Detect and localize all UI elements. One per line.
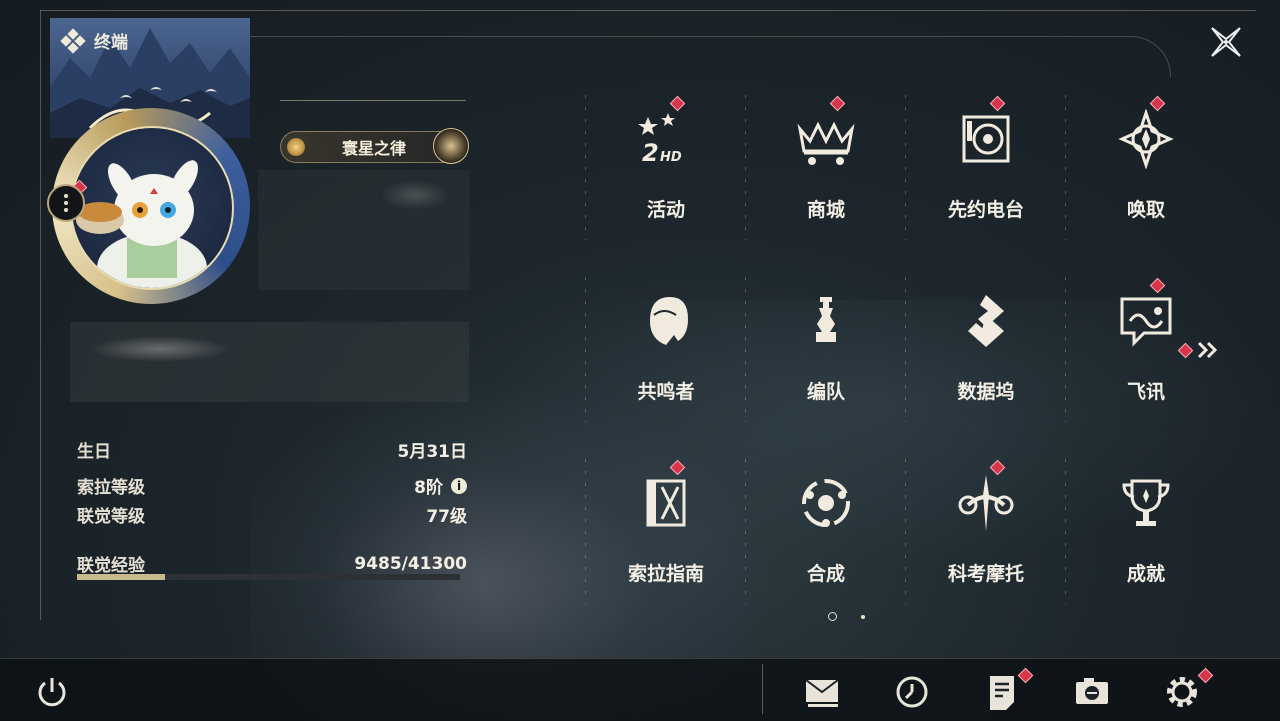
blurred-signature-panel — [70, 322, 469, 402]
mail-button[interactable] — [802, 672, 842, 712]
shop-crown-cart-icon — [797, 121, 855, 165]
data-bank-icon — [968, 295, 1004, 347]
bottom-separator — [762, 664, 763, 714]
menu-item-label: 唤取 — [1126, 199, 1165, 221]
menu-item-label: 合成 — [806, 563, 845, 585]
title-divider — [280, 100, 466, 101]
menu-item-data-bank[interactable]: 数据坞 — [905, 277, 1067, 422]
union-exp-label: 联觉经验 — [77, 556, 145, 576]
message-chat-icon — [1120, 297, 1172, 347]
sola-level-value-wrap: 8阶 i — [414, 473, 467, 498]
close-button[interactable] — [1206, 22, 1246, 62]
menu-item-label: 共鸣者 — [637, 381, 695, 403]
sola-level-row: 索拉等级 8阶 i — [77, 473, 467, 498]
frame-curve-line — [250, 36, 1171, 77]
frame-left-line — [40, 10, 41, 620]
clock-icon — [896, 676, 928, 708]
convene-compass-icon — [1118, 109, 1174, 169]
avatar-menu-button[interactable] — [47, 184, 85, 222]
page-indicator-inactive[interactable] — [861, 615, 865, 619]
menu-item-sola-guide[interactable]: 索拉指南 — [585, 459, 747, 604]
gear-icon — [1167, 677, 1197, 707]
svg-text:HD: HD — [660, 150, 682, 165]
union-exp-bar — [77, 574, 460, 580]
avatar[interactable] — [70, 126, 234, 290]
clock-button[interactable] — [892, 672, 932, 712]
terminal-title: 终端 — [94, 33, 128, 53]
achievement-trophy-icon — [1122, 479, 1170, 526]
info-icon[interactable]: i — [451, 477, 467, 494]
terminal-diamond-icon — [60, 27, 86, 54]
events-2hd-icon: 2 HD — [638, 113, 682, 167]
sola-level-value: 8阶 — [414, 478, 443, 498]
blurred-text — [380, 180, 450, 210]
union-level-value: 77级 — [426, 507, 467, 527]
menu-item-label: 编队 — [806, 381, 845, 403]
svg-text:2: 2 — [642, 139, 659, 167]
union-exp-bar-fill — [77, 574, 165, 580]
union-level-row: 联觉等级 77级 — [77, 502, 467, 527]
pioneer-radio-icon — [962, 115, 1010, 163]
terminal-header: 终端 — [60, 27, 128, 54]
menu-item-shop[interactable]: 商城 — [745, 95, 907, 240]
menu-item-label: 飞讯 — [1126, 381, 1165, 403]
menu-item-convene[interactable]: 唤取 — [1065, 95, 1227, 240]
menu-item-achievements[interactable]: 成就 — [1065, 459, 1227, 604]
power-icon — [38, 678, 66, 707]
menu-item-label: 数据坞 — [957, 381, 1015, 403]
title-orb-icon — [433, 128, 469, 164]
menu-item-team[interactable]: 编队 — [745, 277, 907, 422]
menu-item-events[interactable]: 2 HD 活动 — [585, 95, 747, 240]
sola-guide-icon — [646, 479, 686, 527]
menu-item-research-bike[interactable]: 科考摩托 — [905, 459, 1067, 604]
birthday-row: 生日 5月31日 — [77, 437, 467, 462]
synthesis-icon — [802, 479, 850, 527]
title-badge[interactable]: 寰星之律 — [280, 128, 469, 164]
notes-icon — [990, 676, 1014, 710]
union-exp-value: 9485/41300 — [354, 553, 467, 574]
menu-item-label: 成就 — [1126, 563, 1165, 585]
resonator-portrait-icon — [650, 297, 688, 345]
research-motorbike-icon — [958, 475, 1014, 531]
page-indicator-active[interactable] — [828, 612, 837, 621]
birthday-value: 5月31日 — [397, 442, 468, 462]
menu-item-synthesis[interactable]: 合成 — [745, 459, 907, 604]
next-page-badge — [1177, 342, 1194, 358]
menu-item-label: 先约电台 — [947, 199, 1024, 221]
menu-item-resonators[interactable]: 共鸣者 — [585, 277, 747, 422]
menu-item-label: 索拉指南 — [627, 563, 704, 585]
camera-icon — [1076, 678, 1108, 704]
power-button[interactable] — [32, 672, 72, 712]
title-sun-icon — [285, 136, 307, 158]
settings-button[interactable] — [1162, 667, 1214, 712]
menu-item-label: 科考摩托 — [947, 563, 1024, 585]
title-badge-label: 寰星之律 — [341, 139, 406, 158]
frame-top-line — [40, 10, 1256, 11]
menu-item-label: 活动 — [646, 199, 685, 221]
menu-item-label: 商城 — [806, 199, 845, 221]
team-chess-icon — [816, 297, 836, 342]
blurred-text — [90, 336, 230, 362]
menu-item-pioneer-radio[interactable]: 先约电台 — [905, 95, 1067, 240]
next-page-button[interactable] — [1177, 340, 1221, 360]
birthday-label: 生日 — [77, 442, 111, 462]
camera-button[interactable] — [1072, 672, 1112, 712]
mail-icon — [805, 679, 839, 707]
close-icon — [1211, 27, 1241, 57]
union-exp-row: 联觉经验 9485/41300 — [77, 551, 467, 577]
sola-level-label: 索拉等级 — [77, 478, 145, 498]
union-level-label: 联觉等级 — [77, 507, 145, 527]
notes-button[interactable] — [982, 667, 1034, 712]
double-chevron-right-icon — [1197, 341, 1218, 359]
